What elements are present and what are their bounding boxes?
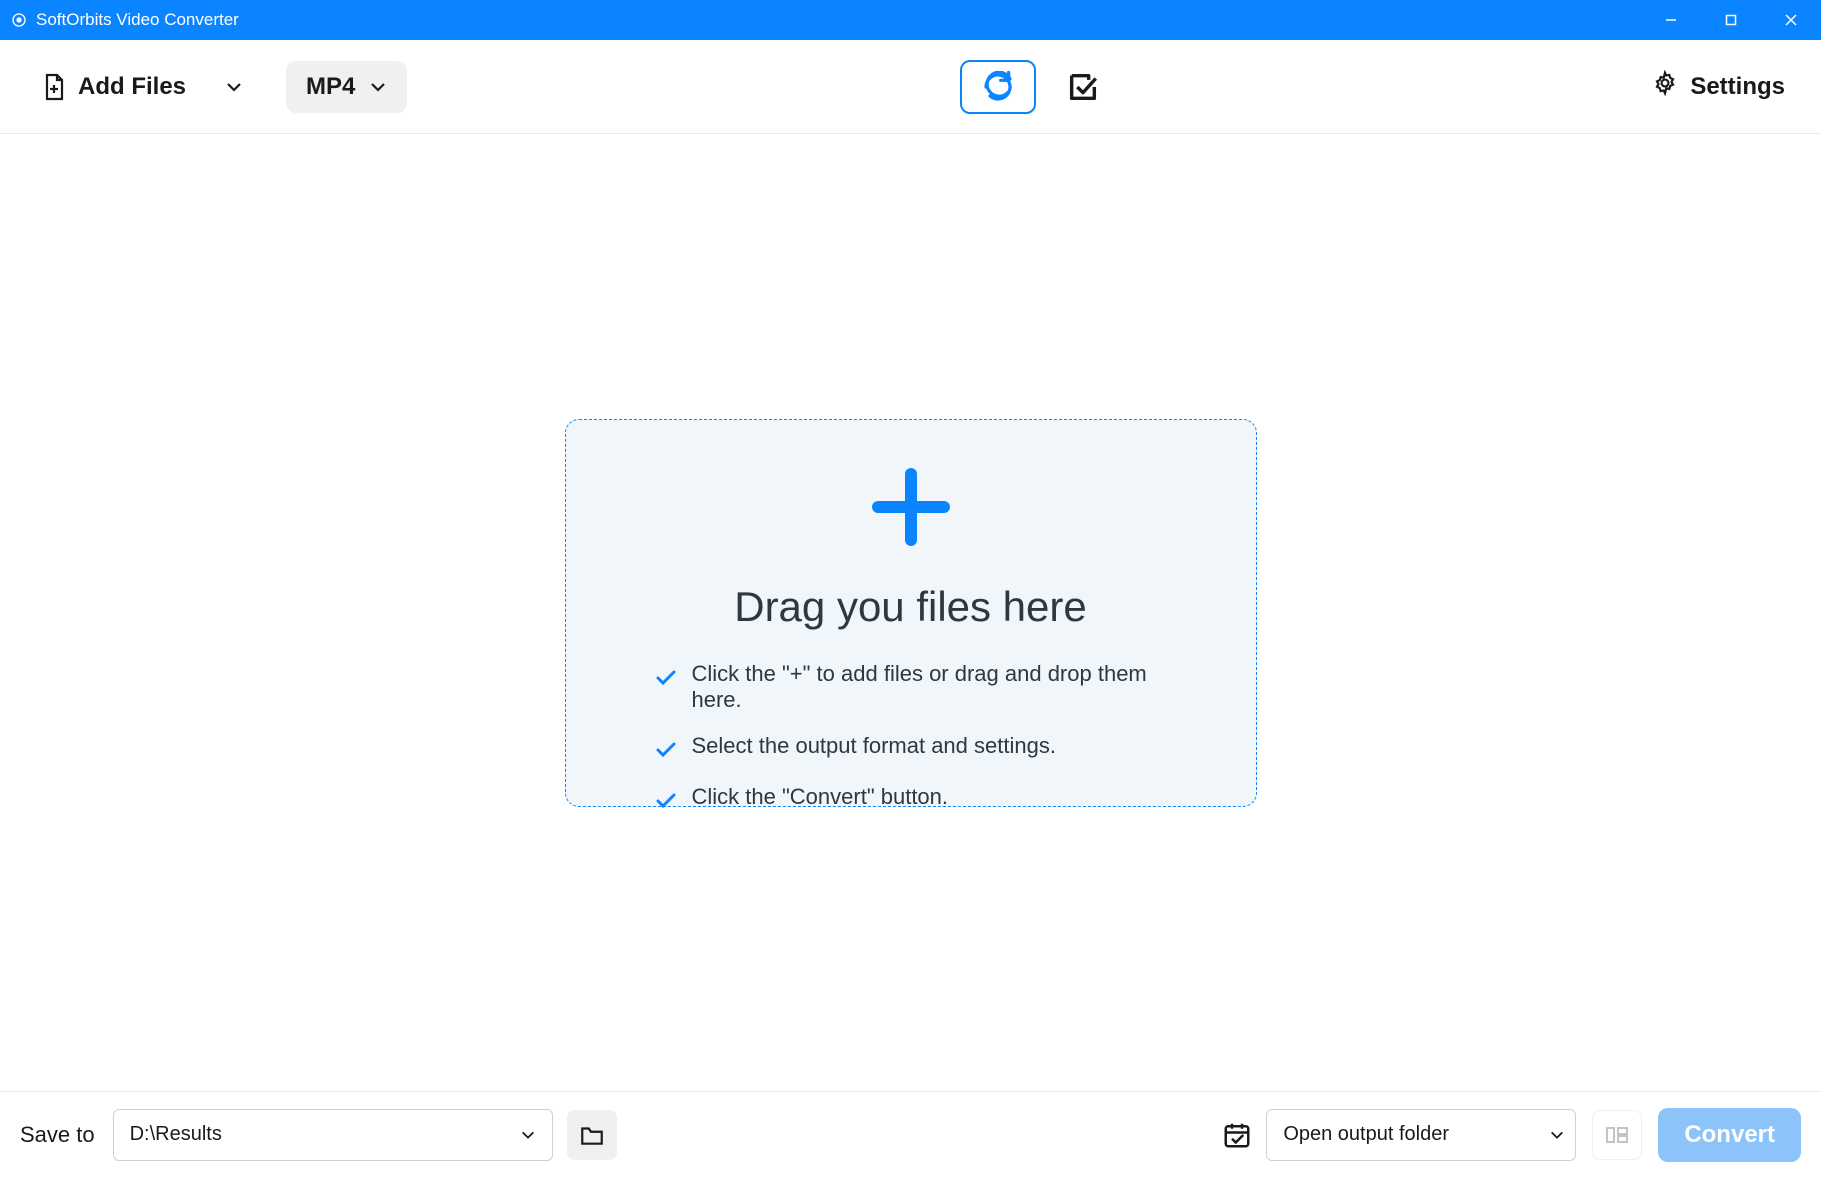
minimize-button[interactable] <box>1641 0 1701 40</box>
hint-item: Select the output format and settings. <box>656 733 1166 764</box>
chevron-down-icon <box>225 78 243 96</box>
app-icon <box>10 11 28 29</box>
save-path-dropdown[interactable] <box>510 1127 546 1143</box>
folder-icon <box>579 1123 605 1147</box>
save-path-value: D:\Results <box>130 1123 510 1146</box>
merge-button[interactable] <box>1592 1110 1642 1160</box>
chevron-down-icon <box>1549 1127 1565 1143</box>
plus-icon <box>868 464 954 555</box>
add-files-button[interactable]: Add Files <box>42 73 186 101</box>
check-icon <box>656 789 676 815</box>
window-controls <box>1641 0 1821 40</box>
add-file-icon <box>42 73 66 101</box>
check-icon <box>656 666 676 692</box>
drop-zone[interactable]: Drag you files here Click the "+" to add… <box>565 419 1257 807</box>
rotate-button[interactable] <box>960 60 1036 114</box>
after-convert-action-select[interactable]: Open output folder <box>1266 1109 1576 1161</box>
add-files-label: Add Files <box>78 73 186 101</box>
maximize-button[interactable] <box>1701 0 1761 40</box>
settings-button[interactable]: Settings <box>1652 70 1785 103</box>
hints-list: Click the "+" to add files or drag and d… <box>566 661 1256 835</box>
convert-label: Convert <box>1684 1121 1775 1149</box>
drop-title: Drag you files here <box>734 583 1087 631</box>
save-path-input[interactable]: D:\Results <box>113 1109 553 1161</box>
main-area: Drag you files here Click the "+" to add… <box>0 134 1821 1091</box>
check-icon <box>656 738 676 764</box>
hint-text: Click the "+" to add files or drag and d… <box>692 661 1166 713</box>
gear-icon <box>1652 70 1678 103</box>
chevron-down-icon <box>369 78 387 96</box>
window-title: SoftOrbits Video Converter <box>36 10 239 30</box>
select-all-button[interactable] <box>1066 70 1100 104</box>
format-select[interactable]: MP4 <box>286 61 407 113</box>
browse-folder-button[interactable] <box>567 1110 617 1160</box>
hint-text: Click the "Convert" button. <box>692 784 949 810</box>
save-to-label: Save to <box>20 1122 95 1148</box>
hint-item: Click the "+" to add files or drag and d… <box>656 661 1166 713</box>
merge-icon <box>1605 1125 1629 1145</box>
schedule-icon[interactable] <box>1222 1120 1252 1150</box>
convert-button[interactable]: Convert <box>1658 1108 1801 1162</box>
format-selected-label: MP4 <box>306 73 355 101</box>
checkbox-icon <box>1066 70 1100 104</box>
hint-text: Select the output format and settings. <box>692 733 1056 759</box>
rotate-icon <box>982 71 1014 103</box>
title-bar: SoftOrbits Video Converter <box>0 0 1821 40</box>
bottom-bar: Save to D:\Results Open output folder <box>0 1091 1821 1177</box>
close-button[interactable] <box>1761 0 1821 40</box>
add-files-dropdown[interactable] <box>216 69 252 105</box>
after-convert-action-label: Open output folder <box>1283 1123 1549 1146</box>
hint-item: Click the "Convert" button. <box>656 784 1166 815</box>
chevron-down-icon <box>520 1127 536 1143</box>
settings-label: Settings <box>1690 73 1785 101</box>
toolbar: Add Files MP4 <box>0 40 1821 134</box>
